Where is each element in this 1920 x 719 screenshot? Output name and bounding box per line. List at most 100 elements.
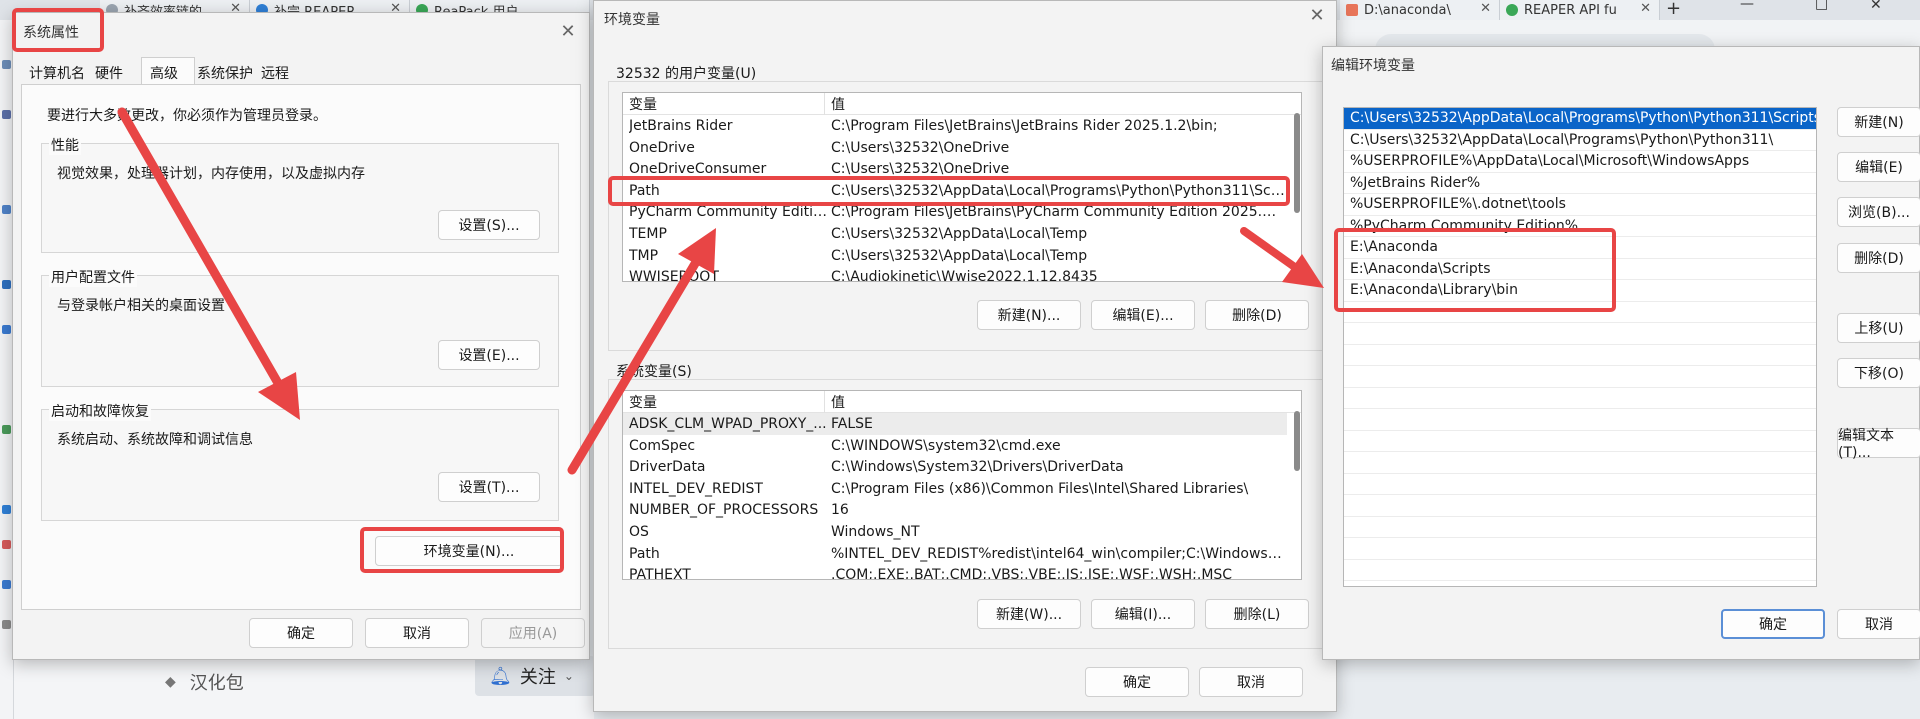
app-icon[interactable] xyxy=(2,205,11,214)
column-header-value[interactable]: 值 xyxy=(831,94,845,114)
browser-tab[interactable]: REAPER API fu ✕ xyxy=(1500,0,1660,20)
follow-button[interactable]: 🔔︎ 关注 ⌄ xyxy=(475,656,595,696)
tab-remote[interactable]: 远程 xyxy=(261,63,289,83)
apply-button[interactable]: 应用(A) xyxy=(481,618,585,648)
app-icon[interactable] xyxy=(2,280,11,289)
close-icon[interactable]: ✕ xyxy=(1640,1,1651,16)
table-row[interactable]: TEMP C:\Users\32532\AppData\Local\Temp xyxy=(623,223,1287,245)
user-edit-button[interactable]: 编辑(E)... xyxy=(1091,300,1195,330)
empty-list-row[interactable] xyxy=(1344,388,1816,409)
table-row[interactable]: NUMBER_OF_PROCESSORS 16 xyxy=(623,499,1287,521)
close-icon[interactable]: ✕ xyxy=(1480,1,1491,16)
close-icon[interactable]: ✕ xyxy=(1306,5,1328,27)
system-delete-button[interactable]: 删除(L) xyxy=(1205,599,1309,629)
empty-list-row[interactable] xyxy=(1344,323,1816,345)
table-row[interactable]: Path %INTEL_DEV_REDIST%redist\intel64_win… xyxy=(623,543,1287,565)
tab-advanced[interactable]: 高级 xyxy=(141,57,195,85)
edit-entry-button[interactable]: 编辑(E) xyxy=(1837,152,1920,182)
minimize-button[interactable]: — xyxy=(1740,0,1754,12)
environment-variables-dialog: 环境变量 ✕ 32532 的用户变量(U) 变量 值 JetBrains Rid… xyxy=(593,0,1337,712)
app-icon[interactable] xyxy=(2,425,11,434)
list-item[interactable]: %USERPROFILE%\.dotnet\tools xyxy=(1344,194,1816,216)
new-tab-button[interactable]: + xyxy=(1666,0,1681,19)
close-icon[interactable]: ✕ xyxy=(557,21,579,43)
ok-button[interactable]: 确定 xyxy=(1085,667,1189,697)
app-icon[interactable] xyxy=(2,325,11,334)
browser-tab[interactable]: D:\anaconda\ ✕ xyxy=(1340,0,1500,20)
app-icon[interactable] xyxy=(2,110,11,119)
table-row[interactable]: INTEL_DEV_REDIST C:\Program Files (x86)\C… xyxy=(623,478,1287,500)
empty-list-row[interactable] xyxy=(1344,431,1816,452)
new-entry-button[interactable]: 新建(N) xyxy=(1837,107,1920,137)
maximize-button[interactable]: □ xyxy=(1815,0,1828,12)
table-row[interactable]: ADSK_CLM_WPAD_PROXY_... FALSE xyxy=(623,413,1287,435)
browser-close-button[interactable]: ✕ xyxy=(1870,0,1882,13)
cancel-button[interactable]: 取消 xyxy=(365,618,469,648)
list-item[interactable]: %USERPROFILE%\AppData\Local\Microsoft\Wi… xyxy=(1344,151,1816,173)
column-separator[interactable] xyxy=(824,93,825,115)
empty-list-row[interactable] xyxy=(1344,495,1816,517)
table-row[interactable]: TMP C:\Users\32532\AppData\Local\Temp xyxy=(623,245,1287,267)
app-icon[interactable] xyxy=(2,505,11,514)
app-icon[interactable] xyxy=(2,540,11,549)
profiles-settings-button[interactable]: 设置(E)... xyxy=(438,340,540,370)
startup-settings-button[interactable]: 设置(T)... xyxy=(438,472,540,502)
move-down-button[interactable]: 下移(O) xyxy=(1837,358,1920,388)
ok-button[interactable]: 确定 xyxy=(1721,609,1825,639)
performance-settings-button[interactable]: 设置(S)... xyxy=(438,210,540,240)
tag-item[interactable]: ◆ 汉化包 xyxy=(165,669,244,695)
column-separator[interactable] xyxy=(824,391,825,413)
empty-list-row[interactable] xyxy=(1344,474,1816,495)
variable-value: 16 xyxy=(831,502,849,519)
delete-entry-button[interactable]: 删除(D) xyxy=(1837,243,1920,273)
browse-button[interactable]: 浏览(B)... xyxy=(1837,197,1920,227)
system-new-button[interactable]: 新建(W)... xyxy=(977,599,1081,629)
empty-list-row[interactable] xyxy=(1344,517,1816,538)
empty-list-row[interactable] xyxy=(1344,538,1816,560)
table-row[interactable]: JetBrains Rider C:\Program Files\JetBrain… xyxy=(623,115,1287,137)
variable-name: TMP xyxy=(629,247,659,264)
cancel-button[interactable]: 取消 xyxy=(1837,609,1920,639)
user-new-button[interactable]: 新建(N)... xyxy=(977,300,1081,330)
column-header-value[interactable]: 值 xyxy=(831,392,845,412)
table-row[interactable]: ComSpec C:\WINDOWS\system32\cmd.exe xyxy=(623,435,1287,457)
ok-button[interactable]: 确定 xyxy=(249,618,353,648)
system-edit-button[interactable]: 编辑(I)... xyxy=(1091,599,1195,629)
system-variables-table[interactable]: 变量 值 ADSK_CLM_WPAD_PROXY_... FALSE ComSpec… xyxy=(622,390,1302,580)
user-delete-button[interactable]: 删除(D) xyxy=(1205,300,1309,330)
list-item[interactable]: C:\Users\32532\AppData\Local\Programs\Py… xyxy=(1344,130,1816,151)
empty-list-row[interactable] xyxy=(1344,409,1816,431)
empty-list-row[interactable] xyxy=(1344,366,1816,388)
empty-list-row[interactable] xyxy=(1344,452,1816,474)
tag-icon: ◆ xyxy=(165,674,176,690)
variable-value: .COM;.EXE;.BAT;.CMD;.VBS;.VBE;.JS;.JSE;.… xyxy=(831,567,1233,580)
table-row[interactable]: OS Windows_NT xyxy=(623,521,1287,543)
scrollbar[interactable] xyxy=(1294,113,1300,213)
tab-system-protection[interactable]: 系统保护 xyxy=(197,63,253,83)
variable-value: Windows_NT xyxy=(831,524,920,540)
edit-text-button[interactable]: 编辑文本(T)... xyxy=(1837,428,1920,461)
app-icon[interactable] xyxy=(2,620,11,629)
table-header: 变量 值 xyxy=(623,93,1301,115)
empty-list-row[interactable] xyxy=(1344,560,1816,581)
table-row[interactable]: DriverData C:\Windows\System32\Drivers\Dr… xyxy=(623,456,1287,478)
cancel-button[interactable]: 取消 xyxy=(1199,667,1303,697)
tab-hardware[interactable]: 硬件 xyxy=(95,63,123,83)
list-item[interactable]: C:\Users\32532\AppData\Local\Programs\Py… xyxy=(1344,108,1816,130)
variable-name: INTEL_DEV_REDIST xyxy=(629,480,763,497)
variable-name: OS xyxy=(629,524,649,540)
user-variables-title: 32532 的用户变量(U) xyxy=(616,66,757,82)
table-row[interactable]: OneDrive C:\Users\32532\OneDrive xyxy=(623,137,1287,159)
tab-computer-name[interactable]: 计算机名 xyxy=(29,63,85,83)
app-icon[interactable] xyxy=(2,60,11,69)
table-row[interactable]: PATHEXT .COM;.EXE;.BAT;.CMD;.VBS;.VBE;.JS… xyxy=(623,564,1287,580)
move-up-button[interactable]: 上移(U) xyxy=(1837,313,1920,343)
table-row[interactable]: WWISEROOT C:\Audiokinetic\Wwise2022.1.12.… xyxy=(623,266,1287,281)
column-header-variable[interactable]: 变量 xyxy=(629,94,829,114)
empty-list-row[interactable] xyxy=(1344,345,1816,366)
column-header-variable[interactable]: 变量 xyxy=(629,392,829,412)
app-icon[interactable] xyxy=(2,580,11,589)
list-item[interactable]: %JetBrains Rider% xyxy=(1344,173,1816,194)
path-entries-list[interactable]: C:\Users\32532\AppData\Local\Programs\Py… xyxy=(1343,107,1817,587)
scrollbar[interactable] xyxy=(1294,411,1300,471)
